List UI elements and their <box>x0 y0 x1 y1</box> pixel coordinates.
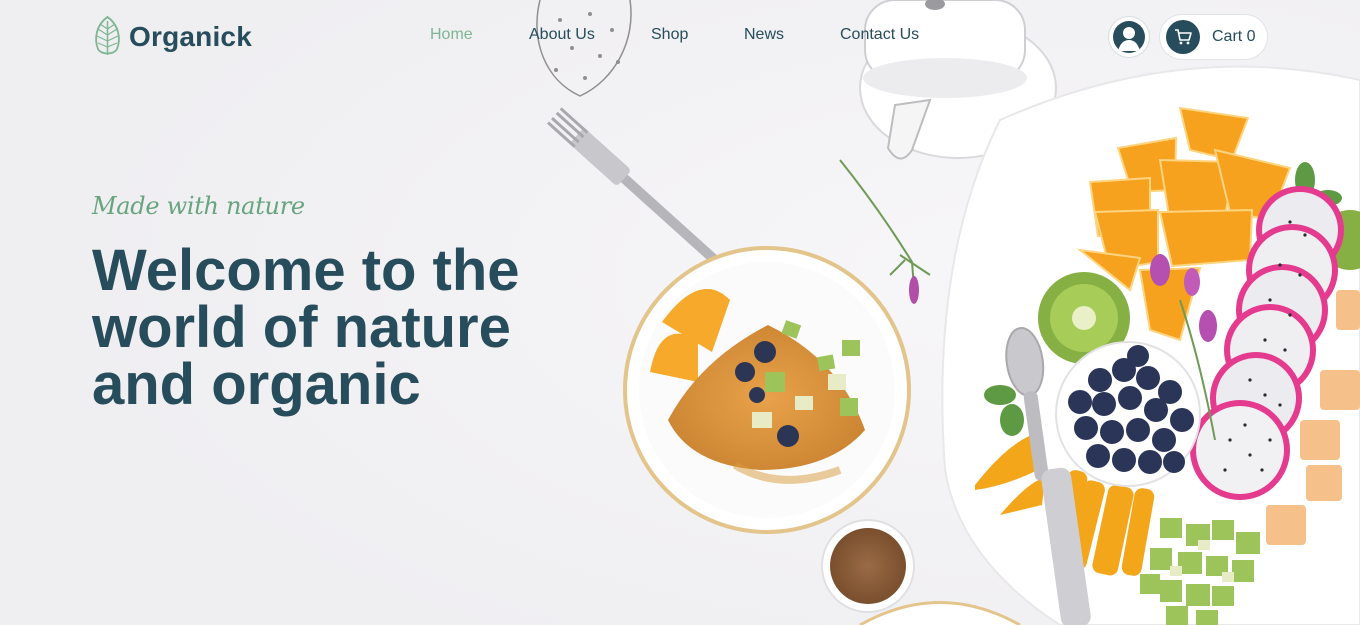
cart-button[interactable]: Cart 0 <box>1160 15 1267 59</box>
nav-contact-us[interactable]: Contact Us <box>840 26 919 44</box>
hero-title: Welcome to the world of nature and organ… <box>92 238 520 417</box>
site-header: Organick Home About Us Shop News Contact… <box>0 0 1360 76</box>
leaf-logo-icon <box>95 15 120 55</box>
nav-news[interactable]: News <box>744 26 784 44</box>
brand-name: Organick <box>129 20 252 52</box>
account-button[interactable] <box>1109 17 1149 57</box>
hero-tagline: Made with nature <box>92 192 305 220</box>
nav-about-us[interactable]: About Us <box>529 26 595 44</box>
nav-shop[interactable]: Shop <box>651 26 688 44</box>
nav-home[interactable]: Home <box>430 26 473 44</box>
cart-label: Cart 0 <box>1212 28 1256 45</box>
cart-icon <box>1166 20 1200 54</box>
brand-logo[interactable]: Organick <box>92 15 252 58</box>
user-icon <box>1113 21 1145 53</box>
